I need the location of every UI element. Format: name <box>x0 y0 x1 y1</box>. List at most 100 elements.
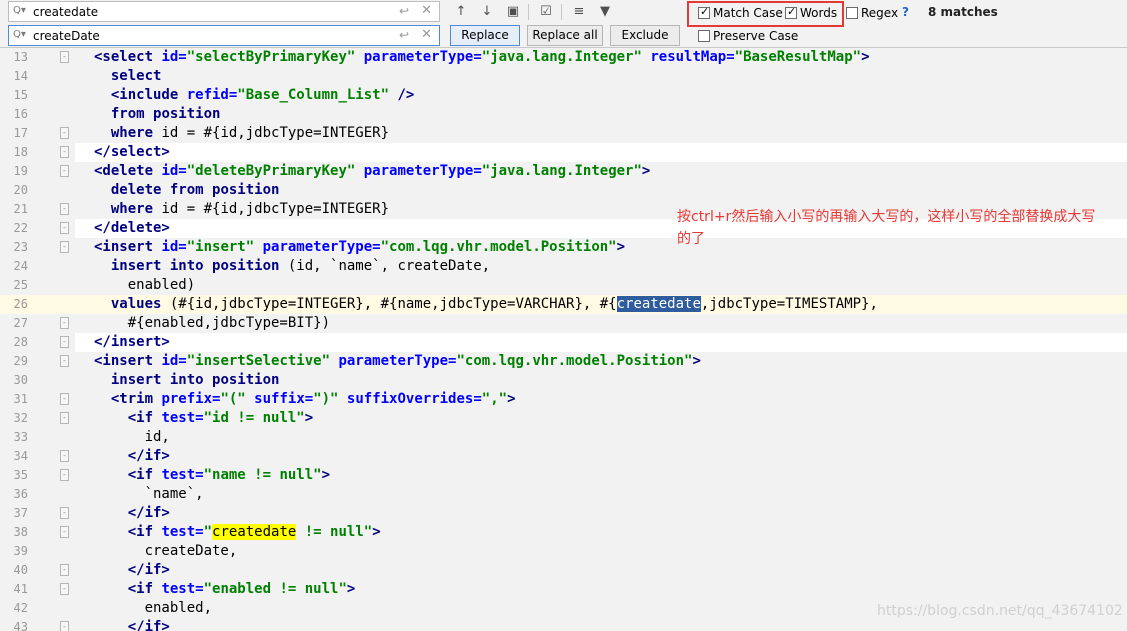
code-line[interactable]: 35 - <if test="name != null"> <box>0 466 1127 485</box>
regex-help-icon[interactable]: ? <box>902 5 909 19</box>
code-text[interactable]: delete from position <box>75 181 1127 200</box>
fold-marker-icon[interactable]: - <box>60 564 69 576</box>
fold-marker-icon[interactable]: - <box>60 241 69 253</box>
code-text[interactable]: <if test="id != null"> <box>75 409 1127 428</box>
code-line[interactable]: 28 - </insert> <box>0 333 1127 352</box>
fold-marker-icon[interactable]: - <box>60 526 69 538</box>
code-text[interactable]: <if test="enabled != null"> <box>75 580 1127 599</box>
code-line[interactable]: 15 <include refid="Base_Column_List" /> <box>0 86 1127 105</box>
code-line[interactable]: 17 - where id = #{id,jdbcType=INTEGER} <box>0 124 1127 143</box>
clear-replace-icon[interactable]: ✕ <box>421 27 432 42</box>
regex-check-icon[interactable] <box>846 7 858 19</box>
code-text[interactable]: id, <box>75 428 1127 447</box>
code-line[interactable]: 24 insert into position (id, `name`, cre… <box>0 257 1127 276</box>
code-line[interactable]: 41 - <if test="enabled != null"> <box>0 580 1127 599</box>
code-line[interactable]: 37 - </if> <box>0 504 1127 523</box>
replace-input[interactable] <box>33 28 393 44</box>
fold-marker-icon[interactable]: - <box>60 51 69 63</box>
code-line[interactable]: 13- <select id="selectByPrimaryKey" param… <box>0 48 1127 67</box>
fold-marker-icon[interactable]: - <box>60 203 69 215</box>
new-line-icon[interactable]: ↩ <box>399 4 409 18</box>
words-check-icon[interactable] <box>785 5 797 19</box>
previous-occurrence-icon[interactable]: ↑ <box>452 3 470 21</box>
code-text[interactable]: <trim prefix="(" suffix=")" suffixOverri… <box>75 390 1127 409</box>
code-text[interactable]: from position <box>75 105 1127 124</box>
find-input[interactable] <box>33 4 393 20</box>
find-field[interactable]: Q▾ ↩ ✕ <box>8 1 440 22</box>
replace-all-button[interactable]: Replace all <box>527 25 603 46</box>
regex-checkbox[interactable]: Regex <box>846 5 898 21</box>
code-editor[interactable]: 13- <select id="selectByPrimaryKey" param… <box>0 48 1127 631</box>
add-selection-icon[interactable]: ☑ <box>537 3 555 21</box>
code-text[interactable]: </if> <box>75 504 1127 523</box>
replace-field[interactable]: Q▾ ↩ ✕ <box>8 25 440 46</box>
exclude-button[interactable]: Exclude <box>610 25 680 46</box>
replace-button[interactable]: Replace <box>450 25 520 46</box>
code-text[interactable]: `name`, <box>75 485 1127 504</box>
replace-search-icon[interactable]: Q▾ <box>13 29 26 40</box>
match-case-check-icon[interactable] <box>698 5 710 19</box>
code-text[interactable]: </if> <box>75 618 1127 631</box>
code-text[interactable]: <if test="name != null"> <box>75 466 1127 485</box>
clear-find-icon[interactable]: ✕ <box>421 3 432 18</box>
code-line[interactable]: 16 from position <box>0 105 1127 124</box>
fold-marker-icon[interactable]: - <box>60 127 69 139</box>
code-text[interactable]: </if> <box>75 561 1127 580</box>
preserve-case-check-icon[interactable] <box>698 30 710 42</box>
search-icon[interactable]: Q▾ <box>13 5 26 16</box>
code-text[interactable]: #{enabled,jdbcType=BIT}) <box>75 314 1127 333</box>
fold-marker-icon[interactable]: - <box>60 336 69 348</box>
code-line[interactable]: 29- <insert id="insertSelective" paramete… <box>0 352 1127 371</box>
code-line[interactable]: 33 id, <box>0 428 1127 447</box>
preserve-case-checkbox[interactable]: Preserve Case <box>698 28 798 44</box>
code-line[interactable]: 36 `name`, <box>0 485 1127 504</box>
code-line[interactable]: 40 - </if> <box>0 561 1127 580</box>
fold-marker-icon[interactable]: - <box>60 165 69 177</box>
words-checkbox[interactable]: Words <box>785 5 837 21</box>
code-text[interactable]: <insert id="insertSelective" parameterTy… <box>75 352 1127 371</box>
fold-marker-icon[interactable]: - <box>60 222 69 234</box>
code-text[interactable]: <if test="createdate != null"> <box>75 523 1127 542</box>
match-case-checkbox[interactable]: Match Case <box>698 5 783 21</box>
fold-marker-icon[interactable]: - <box>60 621 69 631</box>
fold-marker-icon[interactable]: - <box>60 393 69 405</box>
code-line[interactable]: 25 enabled) <box>0 276 1127 295</box>
code-text[interactable]: insert into position (id, `name`, create… <box>75 257 1127 276</box>
code-text[interactable]: select <box>75 67 1127 86</box>
code-line[interactable]: 19- <delete id="deleteByPrimaryKey" param… <box>0 162 1127 181</box>
fold-marker-icon[interactable]: - <box>60 583 69 595</box>
code-line[interactable]: 18 - </select> <box>0 143 1127 162</box>
select-all-occurrences-icon[interactable]: ▣ <box>504 3 522 21</box>
code-text[interactable]: <select id="selectByPrimaryKey" paramete… <box>75 48 1127 67</box>
code-line[interactable]: 20 delete from position <box>0 181 1127 200</box>
code-line[interactable]: 31 - <trim prefix="(" suffix=")" suffixOv… <box>0 390 1127 409</box>
code-text[interactable]: values (#{id,jdbcType=INTEGER}, #{name,j… <box>75 295 1127 314</box>
code-line[interactable]: 26 values (#{id,jdbcType=INTEGER}, #{nam… <box>0 295 1127 314</box>
code-line[interactable]: 34 - </if> <box>0 447 1127 466</box>
code-text[interactable]: where id = #{id,jdbcType=INTEGER} <box>75 124 1127 143</box>
code-text[interactable]: insert into position <box>75 371 1127 390</box>
in-selection-icon[interactable]: ≡ <box>570 3 588 21</box>
next-occurrence-icon[interactable]: ↓ <box>478 3 496 21</box>
code-line[interactable]: 38 - <if test="createdate != null"> <box>0 523 1127 542</box>
replace-new-line-icon[interactable]: ↩ <box>399 28 409 42</box>
filter-icon[interactable]: ▼ <box>596 3 614 21</box>
code-text[interactable]: enabled) <box>75 276 1127 295</box>
code-line[interactable]: 39 createDate, <box>0 542 1127 561</box>
code-line[interactable]: 27 - #{enabled,jdbcType=BIT}) <box>0 314 1127 333</box>
fold-marker-icon[interactable]: - <box>60 146 69 158</box>
code-text[interactable]: <delete id="deleteByPrimaryKey" paramete… <box>75 162 1127 181</box>
fold-marker-icon[interactable]: - <box>60 469 69 481</box>
code-text[interactable]: </if> <box>75 447 1127 466</box>
code-line[interactable]: 43 - </if> <box>0 618 1127 631</box>
code-text[interactable]: createDate, <box>75 542 1127 561</box>
code-text[interactable]: <include refid="Base_Column_List" /> <box>75 86 1127 105</box>
fold-marker-icon[interactable]: - <box>60 355 69 367</box>
code-line[interactable]: 14 select <box>0 67 1127 86</box>
code-line[interactable]: 30 insert into position <box>0 371 1127 390</box>
code-text[interactable]: </select> <box>75 143 1127 162</box>
fold-marker-icon[interactable]: - <box>60 450 69 462</box>
code-text[interactable]: </insert> <box>75 333 1127 352</box>
fold-marker-icon[interactable]: - <box>60 317 69 329</box>
fold-marker-icon[interactable]: - <box>60 412 69 424</box>
